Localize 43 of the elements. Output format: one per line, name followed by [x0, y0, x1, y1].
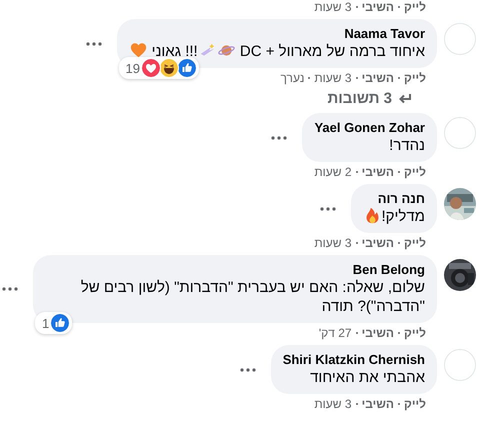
laughing-emoji-icon — [158, 58, 179, 78]
reactions-badge[interactable]: 19 — [118, 57, 199, 79]
comment-text: נהדר! — [388, 136, 425, 155]
more-options-icon[interactable] — [86, 42, 102, 46]
author-name[interactable]: Yael Gonen Zohar — [314, 120, 425, 136]
action-link[interactable]: השיבי — [362, 0, 394, 14]
action-link[interactable]: השיבי — [362, 71, 394, 85]
heart-icon — [130, 42, 146, 59]
action-link[interactable]: השיבי — [362, 326, 394, 340]
action-link[interactable]: לייק — [404, 397, 426, 411]
timestamp: 2 שעות — [314, 165, 352, 179]
comment-text: שלום, שאלה: האם יש בעברית "הדברות" (לשון רבים של "הדברה")? תודה — [80, 278, 425, 316]
edited-label: נערך — [280, 71, 304, 85]
author-name[interactable]: Shiri Klatzkin Chernish — [282, 352, 425, 368]
action-link[interactable]: לייק — [404, 236, 426, 250]
timestamp: 3 שעות — [314, 236, 352, 250]
reply-arrow-icon — [398, 93, 412, 105]
more-options-icon[interactable] — [271, 136, 288, 140]
action-link[interactable]: לייק — [404, 326, 426, 340]
comment-text: מדליק! — [362, 207, 425, 226]
like-icon — [50, 313, 70, 333]
author-name[interactable]: חנה רוה — [362, 191, 425, 207]
timestamp: 3 שעות — [314, 0, 352, 14]
like-icon — [176, 58, 197, 78]
reactions-badge[interactable]: 1 — [35, 312, 72, 334]
comment-text: אהבתי את האיחוד — [309, 368, 425, 387]
timestamp: 3 שעות — [314, 397, 352, 411]
view-replies-link[interactable]: 3 תשובות — [0, 90, 476, 108]
action-link[interactable]: השיבי — [362, 165, 394, 179]
fire-icon — [364, 207, 381, 224]
author-name[interactable]: Naama Tavor — [128, 26, 425, 42]
timestamp: 3 שעות — [314, 71, 352, 85]
more-options-icon[interactable] — [240, 368, 256, 372]
action-link[interactable]: השיבי — [362, 397, 394, 411]
action-link[interactable]: לייק — [404, 165, 426, 179]
love-icon — [140, 58, 161, 78]
more-options-icon[interactable] — [2, 287, 18, 291]
more-options-icon[interactable] — [320, 206, 336, 210]
action-link[interactable]: לייק — [404, 71, 426, 85]
action-link[interactable]: לייק — [404, 0, 426, 14]
author-name[interactable]: Ben Belong — [45, 262, 425, 278]
timestamp: 27 דק' — [318, 326, 352, 340]
action-link[interactable]: השיבי — [362, 236, 394, 250]
